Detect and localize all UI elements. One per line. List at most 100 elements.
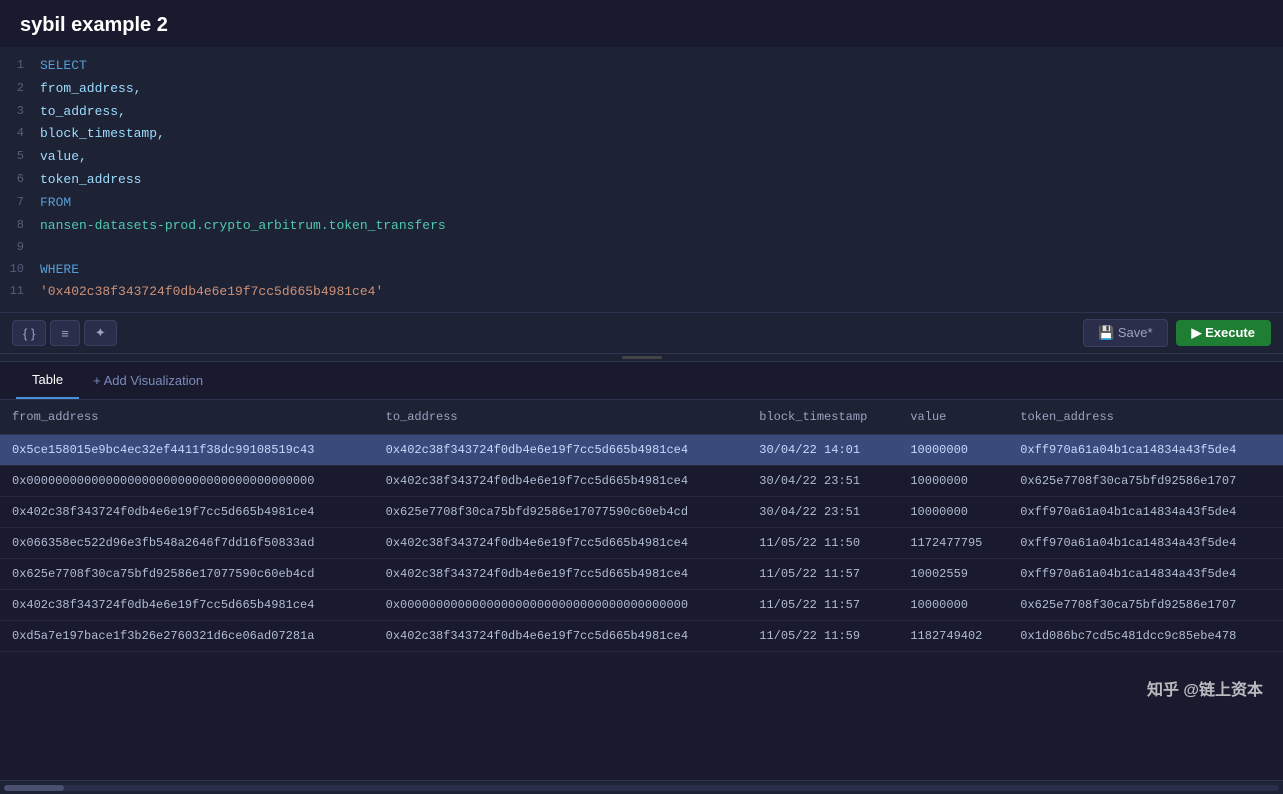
list-btn[interactable]: ≡: [50, 320, 80, 346]
cell-block_timestamp: 11/05/22 11:59: [747, 621, 898, 652]
scrollbar-track: [4, 785, 1279, 791]
cell-from_address: 0x00000000000000000000000000000000000000…: [0, 466, 374, 497]
table-row: 0x5ce158015e9bc4ec32ef4411f38dc99108519c…: [0, 435, 1283, 466]
code-line-7: 7FROM: [0, 192, 1283, 215]
cell-value: 1172477795: [898, 528, 1008, 559]
cell-value: 10000000: [898, 497, 1008, 528]
horizontal-scrollbar[interactable]: [0, 780, 1283, 794]
col-header-from_address[interactable]: from_address: [0, 400, 374, 435]
cell-to_address: 0x402c38f343724f0db4e6e19f7cc5d665b4981c…: [374, 435, 748, 466]
results-area: Table Add Visualization from_addressto_a…: [0, 362, 1283, 794]
line-number: 7: [0, 193, 40, 212]
cell-to_address: 0x402c38f343724f0db4e6e19f7cc5d665b4981c…: [374, 559, 748, 590]
table-row: 0x00000000000000000000000000000000000000…: [0, 466, 1283, 497]
code-line-5: 5 value,: [0, 146, 1283, 169]
line-content: '0x402c38f343724f0db4e6e19f7cc5d665b4981…: [40, 282, 383, 303]
line-content: block_timestamp,: [40, 124, 165, 145]
line-number: 11: [0, 282, 40, 301]
cell-token_address: 0x625e7708f30ca75bfd92586e1707: [1008, 590, 1283, 621]
results-table: from_addressto_addressblock_timestampval…: [0, 400, 1283, 652]
line-content: token_address: [40, 170, 141, 191]
line-content: value,: [40, 147, 87, 168]
line-number: 10: [0, 260, 40, 279]
col-header-value[interactable]: value: [898, 400, 1008, 435]
cell-value: 10002559: [898, 559, 1008, 590]
code-line-11: 11 '0x402c38f343724f0db4e6e19f7cc5d665b4…: [0, 281, 1283, 304]
cell-from_address: 0xd5a7e197bace1f3b26e2760321d6ce06ad0728…: [0, 621, 374, 652]
save-button[interactable]: 💾 Save*: [1083, 319, 1168, 347]
cell-block_timestamp: 30/04/22 14:01: [747, 435, 898, 466]
cell-to_address: 0x402c38f343724f0db4e6e19f7cc5d665b4981c…: [374, 528, 748, 559]
cell-value: 10000000: [898, 435, 1008, 466]
cell-token_address: 0xff970a61a04b1ca14834a43f5de4: [1008, 528, 1283, 559]
resize-handle[interactable]: [0, 354, 1283, 362]
col-header-token_address[interactable]: token_address: [1008, 400, 1283, 435]
table-row: 0x402c38f343724f0db4e6e19f7cc5d665b4981c…: [0, 590, 1283, 621]
line-content: to_address,: [40, 102, 126, 123]
line-number: 9: [0, 238, 40, 257]
toolbar-left: { } ≡ ✦: [12, 320, 117, 346]
handle-bar: [622, 356, 662, 359]
cell-value: 10000000: [898, 590, 1008, 621]
line-content: nansen-datasets-prod.crypto_arbitrum.tok…: [40, 216, 446, 237]
cell-to_address: 0x625e7708f30ca75bfd92586e17077590c60eb4…: [374, 497, 748, 528]
cell-token_address: 0xff970a61a04b1ca14834a43f5de4: [1008, 435, 1283, 466]
cell-value: 10000000: [898, 466, 1008, 497]
line-number: 4: [0, 124, 40, 143]
star-btn[interactable]: ✦: [84, 320, 117, 346]
data-table-container[interactable]: from_addressto_addressblock_timestampval…: [0, 400, 1283, 780]
code-editor[interactable]: 1SELECT2 from_address,3 to_address,4 blo…: [0, 47, 1283, 313]
line-number: 3: [0, 102, 40, 121]
col-header-block_timestamp[interactable]: block_timestamp: [747, 400, 898, 435]
cell-value: 1182749402: [898, 621, 1008, 652]
line-number: 2: [0, 79, 40, 98]
line-number: 5: [0, 147, 40, 166]
table-row: 0x402c38f343724f0db4e6e19f7cc5d665b4981c…: [0, 497, 1283, 528]
code-line-3: 3 to_address,: [0, 101, 1283, 124]
code-line-6: 6 token_address: [0, 169, 1283, 192]
cell-from_address: 0x402c38f343724f0db4e6e19f7cc5d665b4981c…: [0, 497, 374, 528]
code-line-1: 1SELECT: [0, 55, 1283, 78]
page-header: sybil example 2: [0, 0, 1283, 47]
cell-from_address: 0x402c38f343724f0db4e6e19f7cc5d665b4981c…: [0, 590, 374, 621]
cell-block_timestamp: 11/05/22 11:57: [747, 590, 898, 621]
code-line-2: 2 from_address,: [0, 78, 1283, 101]
cell-token_address: 0xff970a61a04b1ca14834a43f5de4: [1008, 559, 1283, 590]
add-visualization-btn[interactable]: Add Visualization: [79, 365, 217, 396]
cell-block_timestamp: 30/04/22 23:51: [747, 497, 898, 528]
cell-token_address: 0x625e7708f30ca75bfd92586e1707: [1008, 466, 1283, 497]
scrollbar-thumb: [4, 785, 64, 791]
cell-to_address: 0x00000000000000000000000000000000000000…: [374, 590, 748, 621]
toolbar: { } ≡ ✦ 💾 Save* Execute: [0, 313, 1283, 354]
code-line-9: 9: [0, 237, 1283, 258]
cell-block_timestamp: 11/05/22 11:50: [747, 528, 898, 559]
cell-token_address: 0xff970a61a04b1ca14834a43f5de4: [1008, 497, 1283, 528]
line-content: FROM: [40, 193, 71, 214]
line-content: from_address,: [40, 79, 141, 100]
code-line-4: 4 block_timestamp,: [0, 123, 1283, 146]
code-line-8: 8 nansen-datasets-prod.crypto_arbitrum.t…: [0, 215, 1283, 238]
json-btn[interactable]: { }: [12, 320, 46, 346]
line-number: 8: [0, 216, 40, 235]
cell-token_address: 0x1d086bc7cd5c481dcc9c85ebe478: [1008, 621, 1283, 652]
line-content: SELECT: [40, 56, 87, 77]
tab-table[interactable]: Table: [16, 362, 79, 399]
line-number: 6: [0, 170, 40, 189]
cell-to_address: 0x402c38f343724f0db4e6e19f7cc5d665b4981c…: [374, 466, 748, 497]
col-header-to_address[interactable]: to_address: [374, 400, 748, 435]
line-content: WHERE: [40, 260, 79, 281]
cell-to_address: 0x402c38f343724f0db4e6e19f7cc5d665b4981c…: [374, 621, 748, 652]
page-title: sybil example 2: [20, 14, 1263, 37]
cell-block_timestamp: 11/05/22 11:57: [747, 559, 898, 590]
toolbar-right: 💾 Save* Execute: [1083, 319, 1271, 347]
cell-from_address: 0x625e7708f30ca75bfd92586e17077590c60eb4…: [0, 559, 374, 590]
cell-from_address: 0x5ce158015e9bc4ec32ef4411f38dc99108519c…: [0, 435, 374, 466]
table-row: 0x625e7708f30ca75bfd92586e17077590c60eb4…: [0, 559, 1283, 590]
line-number: 1: [0, 56, 40, 75]
table-row: 0x066358ec522d96e3fb548a2646f7dd16f50833…: [0, 528, 1283, 559]
cell-block_timestamp: 30/04/22 23:51: [747, 466, 898, 497]
result-tabs: Table Add Visualization: [0, 362, 1283, 400]
table-row: 0xd5a7e197bace1f3b26e2760321d6ce06ad0728…: [0, 621, 1283, 652]
save-icon: 💾: [1098, 325, 1118, 340]
execute-button[interactable]: Execute: [1176, 320, 1271, 346]
